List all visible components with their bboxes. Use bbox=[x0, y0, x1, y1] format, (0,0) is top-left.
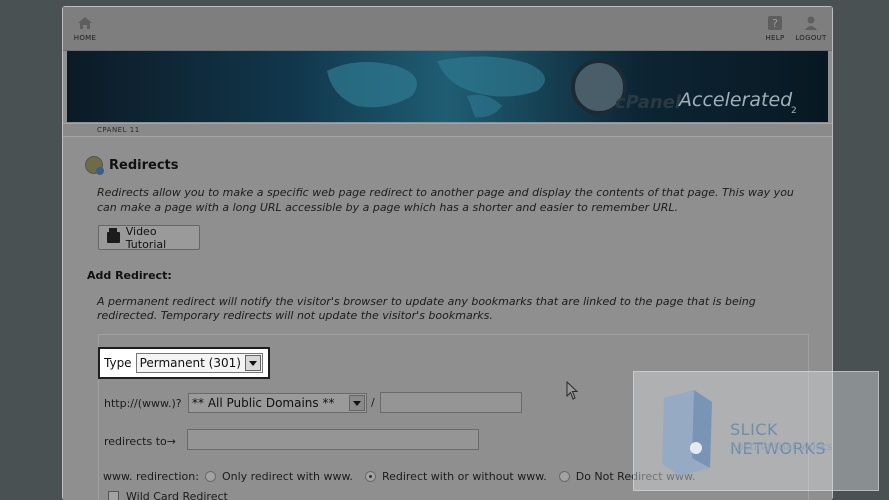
help-button[interactable]: ? HELP bbox=[755, 15, 795, 42]
page-description: Redirects allow you to make a specific w… bbox=[97, 186, 794, 214]
redirects-to-label: redirects to→ bbox=[104, 435, 176, 448]
video-tutorial-label: Video Tutorial bbox=[125, 224, 167, 251]
breadcrumb: CPANEL 11 bbox=[63, 123, 832, 137]
logout-button[interactable]: LOGOUT bbox=[791, 15, 831, 42]
type-select[interactable]: Permanent (301) bbox=[135, 353, 263, 373]
wildcard-row: Wild Card Redirect bbox=[108, 490, 228, 500]
type-select-value: Permanent (301) bbox=[139, 356, 241, 370]
radio-with-or-without-www[interactable] bbox=[364, 471, 376, 482]
home-button[interactable]: HOME bbox=[65, 15, 105, 42]
top-toolbar: HOME ? HELP LOGOUT bbox=[63, 7, 832, 51]
radio-only-www[interactable] bbox=[204, 471, 216, 482]
redirects-icon bbox=[85, 156, 104, 175]
cpanel-logo-accent: Accelerated bbox=[679, 89, 793, 111]
logout-icon bbox=[805, 16, 817, 30]
type-label: Type bbox=[104, 356, 132, 370]
page-title: Redirects bbox=[109, 157, 179, 173]
redirect-target-input[interactable] bbox=[187, 429, 479, 450]
mouse-cursor-icon bbox=[566, 381, 578, 400]
path-slash: / bbox=[371, 396, 375, 409]
video-camera-icon bbox=[107, 228, 120, 243]
help-label: HELP bbox=[765, 34, 785, 42]
radio-do-not-redirect-www[interactable] bbox=[558, 471, 570, 482]
add-redirect-description: A permanent redirect will notify the vis… bbox=[97, 295, 756, 322]
www-redirection-label: www. redirection: bbox=[103, 470, 199, 483]
wildcard-checkbox[interactable] bbox=[108, 491, 119, 500]
video-tutorial-button[interactable]: Video Tutorial bbox=[98, 224, 200, 251]
domain-select-value: ** All Public Domains ** bbox=[192, 396, 335, 410]
wildcard-label: Wild Card Redirect bbox=[126, 490, 228, 500]
watermark-tagline: hosting that works bbox=[730, 440, 833, 453]
help-icon: ? bbox=[768, 16, 782, 30]
home-icon bbox=[78, 17, 92, 29]
radio-only-www-label: Only redirect with www. bbox=[221, 470, 353, 483]
type-row-highlight: Type Permanent (301) bbox=[98, 347, 270, 379]
add-redirect-heading: Add Redirect: bbox=[87, 269, 172, 282]
redirect-path-input[interactable] bbox=[380, 392, 522, 413]
cpanel-banner: cPanel Accelerated 2 bbox=[67, 51, 828, 122]
www-redirection-row: www. redirection: Only redirect with www… bbox=[103, 470, 696, 483]
domain-label: http://(www.)? bbox=[104, 397, 182, 410]
cpanel-logo-text: cPanel bbox=[615, 92, 682, 113]
server-tower-icon bbox=[662, 390, 712, 476]
radio-with-or-without-www-label: Redirect with or without www. bbox=[381, 470, 547, 483]
chevron-down-icon[interactable] bbox=[244, 355, 261, 371]
svg-text:?: ? bbox=[772, 17, 778, 30]
logout-label: LOGOUT bbox=[795, 34, 827, 42]
home-label: HOME bbox=[73, 34, 97, 42]
cpanel-logo-sub: 2 bbox=[791, 106, 797, 116]
domain-select[interactable]: ** All Public Domains ** bbox=[188, 393, 367, 413]
breadcrumb-label[interactable]: CPANEL 11 bbox=[97, 126, 140, 134]
chevron-down-icon[interactable] bbox=[349, 395, 365, 411]
watermark: SLICK NETWORKS hosting that works bbox=[633, 371, 879, 491]
page-header: Redirects bbox=[85, 156, 179, 175]
